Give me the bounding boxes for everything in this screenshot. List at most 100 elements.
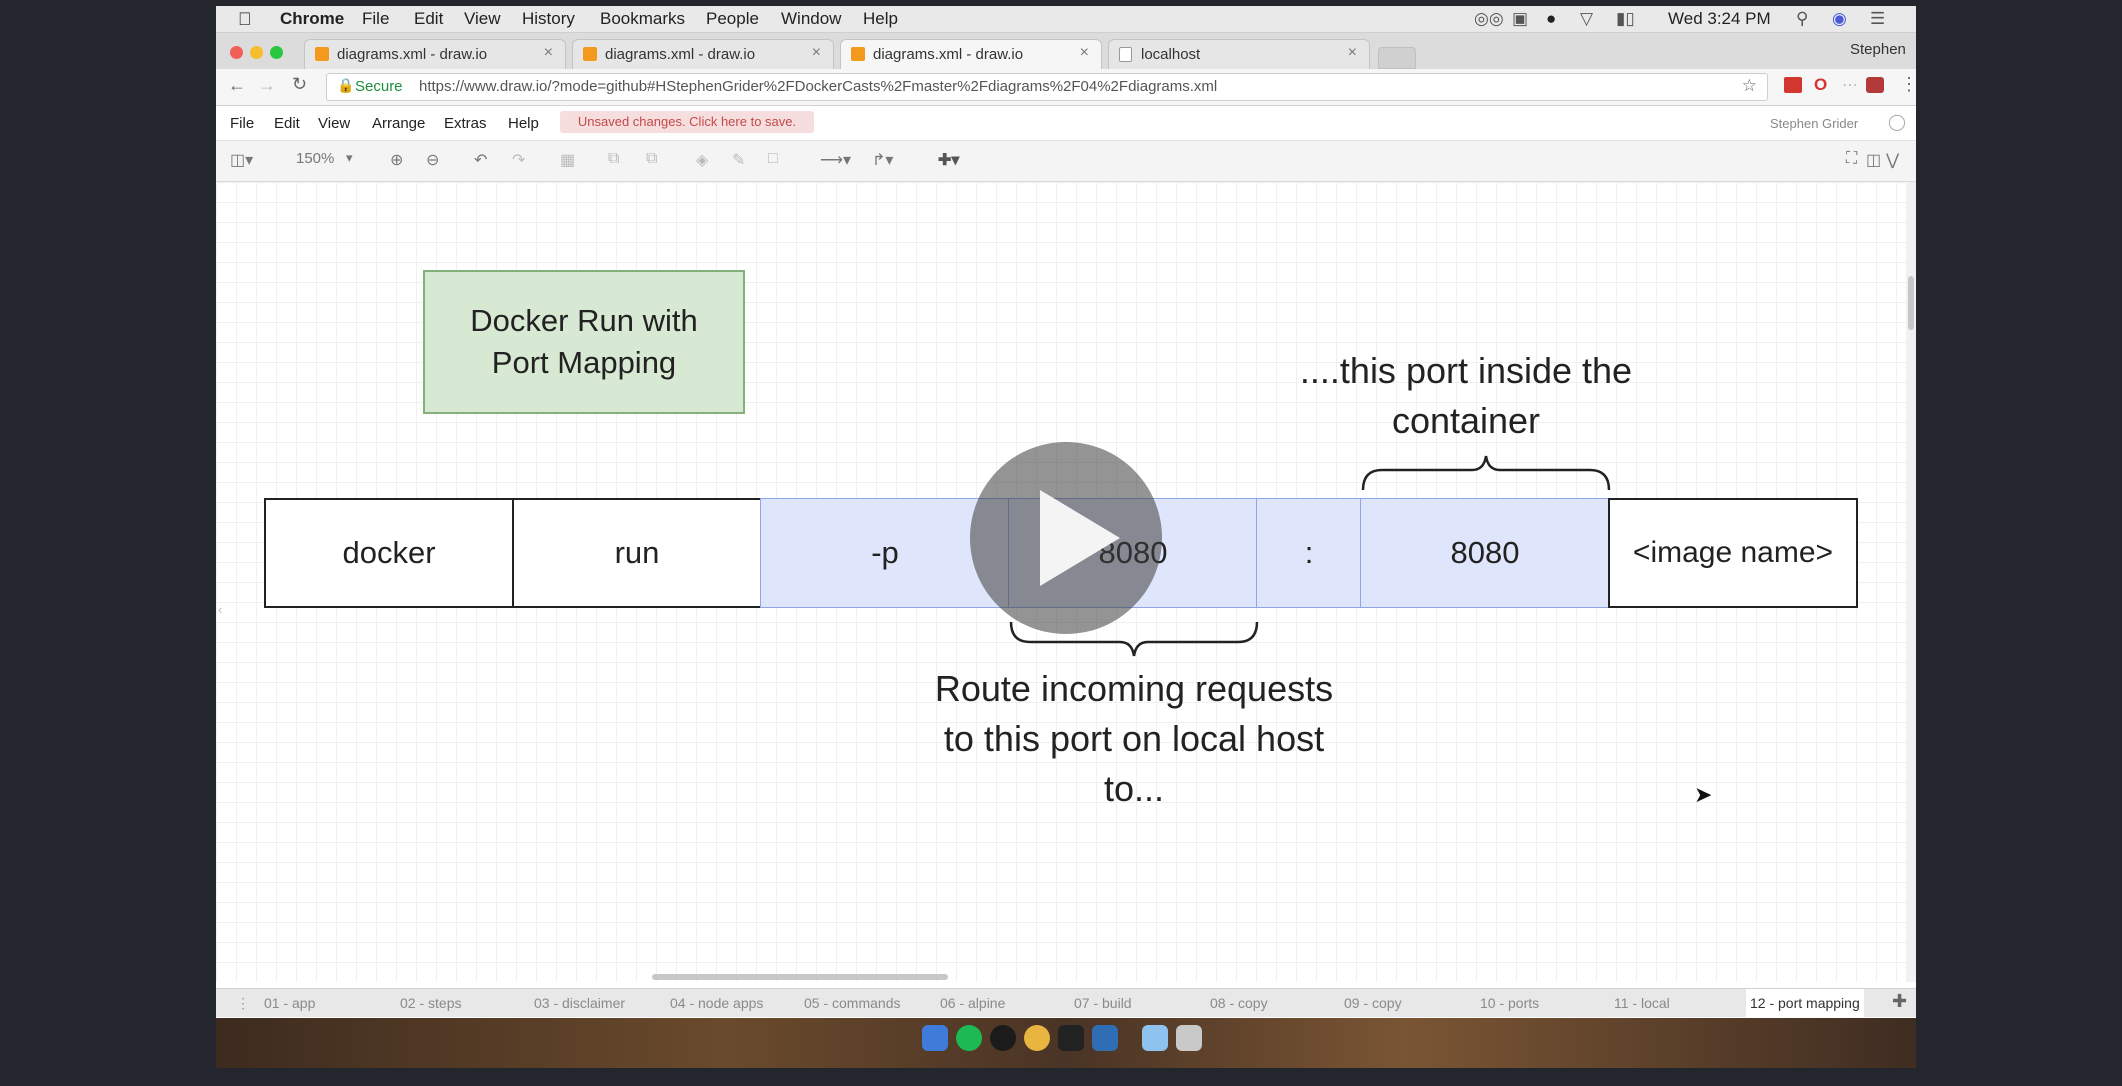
siri-icon[interactable]: ◉: [1832, 9, 1847, 29]
browser-tab-active[interactable]: diagrams.xml - draw.io ×: [840, 39, 1102, 69]
menu-bookmarks[interactable]: Bookmarks: [600, 9, 685, 29]
to-front-icon[interactable]: ⧉: [608, 150, 619, 168]
horizontal-scrollbar-thumb[interactable]: [652, 974, 948, 980]
zoom-dropdown-icon[interactable]: ▾: [346, 150, 353, 166]
app-menu-help[interactable]: Help: [508, 115, 539, 132]
fullscreen-icon[interactable]: ⛶: [1846, 150, 1857, 168]
close-tab-icon[interactable]: ×: [812, 44, 821, 62]
status-icon[interactable]: ●: [1546, 9, 1556, 29]
vertical-scrollbar-thumb[interactable]: [1908, 276, 1914, 330]
page-tab[interactable]: 08 - copy: [1210, 995, 1268, 1011]
menu-chrome[interactable]: Chrome: [280, 9, 344, 29]
close-tab-icon[interactable]: ×: [1080, 44, 1089, 62]
menu-window[interactable]: Window: [781, 9, 841, 29]
diagram-title[interactable]: Docker Run with Port Mapping: [423, 270, 745, 414]
insert-icon[interactable]: ✚▾: [938, 150, 959, 170]
menu-view[interactable]: View: [464, 9, 501, 29]
close-tab-icon[interactable]: ×: [1348, 44, 1357, 62]
page-menu-icon[interactable]: ⋮: [236, 995, 250, 1012]
terminal-icon[interactable]: [1058, 1025, 1084, 1051]
menu-help[interactable]: Help: [863, 9, 898, 29]
profile-name[interactable]: Stephen: [1850, 41, 1906, 58]
top-annotation[interactable]: ....this port inside the container: [1296, 346, 1636, 446]
page-tab[interactable]: 07 - build: [1074, 995, 1132, 1011]
waypoints-icon[interactable]: ↱▾: [872, 150, 893, 170]
app-menu-file[interactable]: File: [230, 115, 254, 132]
battery-icon[interactable]: ▮▯: [1616, 9, 1635, 29]
wifi-icon[interactable]: ▽: [1580, 9, 1593, 29]
extension-icon[interactable]: [1866, 77, 1884, 93]
browser-tab[interactable]: localhost ×: [1108, 39, 1370, 69]
extension-icon[interactable]: ⋯: [1842, 75, 1858, 95]
app-menu-edit[interactable]: Edit: [274, 115, 300, 132]
minimize-window-button[interactable]: [250, 46, 263, 59]
finder-icon[interactable]: [922, 1025, 948, 1051]
spotify-icon[interactable]: [956, 1025, 982, 1051]
page-tab[interactable]: 05 - commands: [804, 995, 900, 1011]
page-tab[interactable]: 01 - app: [264, 995, 315, 1011]
menu-edit[interactable]: Edit: [414, 9, 443, 29]
close-tab-icon[interactable]: ×: [544, 44, 553, 62]
spotlight-icon[interactable]: ⚲: [1796, 9, 1808, 29]
page-tab[interactable]: 10 - ports: [1480, 995, 1539, 1011]
omnibox[interactable]: 🔒 Secure https://www.draw.io/?mode=githu…: [326, 73, 1768, 101]
user-name[interactable]: Stephen Grider: [1770, 116, 1858, 131]
browser-tab[interactable]: diagrams.xml - draw.io ×: [572, 39, 834, 69]
new-tab-button[interactable]: [1378, 47, 1416, 69]
menu-file[interactable]: File: [362, 9, 389, 29]
connection-icon[interactable]: ⟶▾: [820, 150, 851, 170]
opera-extension-icon[interactable]: O: [1814, 75, 1827, 95]
to-back-icon[interactable]: ⧉: [646, 150, 657, 168]
back-icon[interactable]: ←: [228, 75, 246, 96]
zoom-out-icon[interactable]: ⊖: [426, 150, 439, 170]
github-desktop-icon[interactable]: [990, 1025, 1016, 1051]
glasses-icon[interactable]: ◎◎: [1474, 9, 1504, 29]
undo-icon[interactable]: ↶: [474, 150, 487, 170]
collapse-icon[interactable]: ⋁: [1886, 150, 1899, 170]
zoom-in-icon[interactable]: ⊕: [390, 150, 403, 170]
unsaved-changes-notice[interactable]: Unsaved changes. Click here to save.: [560, 111, 814, 133]
app-menu-arrange[interactable]: Arrange: [372, 115, 425, 132]
browser-tab[interactable]: diagrams.xml - draw.io ×: [304, 39, 566, 69]
app-menu-extras[interactable]: Extras: [444, 115, 487, 132]
page-tab[interactable]: 03 - disclaimer: [534, 995, 625, 1011]
docker-icon[interactable]: ▣: [1512, 9, 1528, 29]
shadow-icon[interactable]: □: [768, 150, 778, 168]
cell-image-name[interactable]: <image name>: [1608, 498, 1858, 608]
redo-icon[interactable]: ↷: [512, 150, 525, 170]
cell-colon[interactable]: :: [1256, 498, 1362, 608]
sidebar-collapse-icon[interactable]: ‹: [218, 602, 222, 617]
line-color-icon[interactable]: ✎: [732, 150, 745, 170]
zoom-level[interactable]: 150%: [296, 150, 334, 167]
chrome-icon[interactable]: [1024, 1025, 1050, 1051]
forward-icon[interactable]: →: [258, 75, 276, 96]
format-panel-icon[interactable]: ◫: [1866, 150, 1881, 170]
page-tab[interactable]: 04 - node apps: [670, 995, 763, 1011]
menu-people[interactable]: People: [706, 9, 759, 29]
app-menu-view[interactable]: View: [318, 115, 350, 132]
page-tab[interactable]: 09 - copy: [1344, 995, 1402, 1011]
page-tab[interactable]: 02 - steps: [400, 995, 461, 1011]
zoom-window-button[interactable]: [270, 46, 283, 59]
chrome-menu-icon[interactable]: ⋮: [1900, 74, 1916, 95]
page-tab[interactable]: 11 - local: [1614, 995, 1670, 1011]
extension-icon[interactable]: [1784, 77, 1802, 93]
delete-icon[interactable]: ▦: [560, 150, 575, 170]
cell-container-port[interactable]: 8080: [1360, 498, 1610, 608]
vscode-icon[interactable]: [1092, 1025, 1118, 1051]
menu-history[interactable]: History: [522, 9, 575, 29]
bookmark-star-icon[interactable]: ☆: [1742, 76, 1757, 96]
page-tab[interactable]: 06 - alpine: [940, 995, 1005, 1011]
clock[interactable]: Wed 3:24 PM: [1668, 9, 1771, 29]
fill-color-icon[interactable]: ◈: [696, 150, 708, 170]
apple-icon[interactable]: : [238, 9, 252, 30]
add-page-icon[interactable]: ✚: [1892, 991, 1907, 1012]
close-window-button[interactable]: [230, 46, 243, 59]
cell-run[interactable]: run: [512, 498, 762, 608]
cell-docker[interactable]: docker: [264, 498, 514, 608]
bottom-annotation[interactable]: Route incoming requests to this port on …: [926, 664, 1342, 814]
video-play-button[interactable]: [970, 442, 1162, 634]
folder-icon[interactable]: [1142, 1025, 1168, 1051]
globe-icon[interactable]: ◯: [1888, 112, 1906, 132]
page-tab-active[interactable]: 12 - port mapping: [1746, 989, 1864, 1017]
